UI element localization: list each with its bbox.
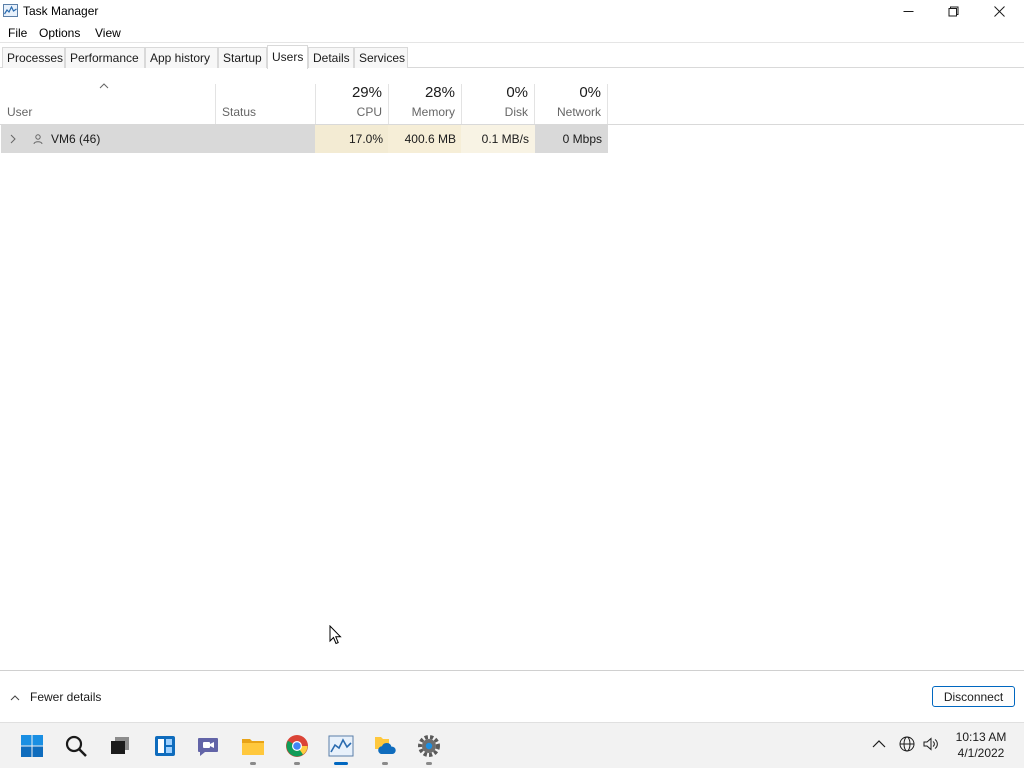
widgets-button[interactable] xyxy=(150,731,180,761)
column-header-user[interactable]: User xyxy=(0,84,216,124)
minimize-button[interactable] xyxy=(885,0,931,22)
clock-time: 10:13 AM xyxy=(955,730,1007,744)
user-icon xyxy=(33,134,43,145)
mouse-cursor-icon xyxy=(329,625,342,645)
settings-button[interactable] xyxy=(414,731,444,765)
menu-file[interactable]: File xyxy=(8,26,27,40)
column-header-memory[interactable]: 28% Memory xyxy=(388,84,462,124)
tab-users[interactable]: Users xyxy=(267,45,308,69)
start-button[interactable] xyxy=(17,731,47,761)
file-explorer-button[interactable] xyxy=(238,731,268,765)
chrome-icon xyxy=(286,735,308,757)
tab-startup[interactable]: Startup xyxy=(218,47,267,68)
disk-cell: 0.1 MB/s xyxy=(461,125,535,153)
tab-performance[interactable]: Performance xyxy=(65,47,145,68)
window-title: Task Manager xyxy=(23,4,99,18)
user-name-cell: VM6 (46) xyxy=(51,132,101,146)
tab-app-history[interactable]: App history xyxy=(145,47,218,68)
task-manager-taskbar-button[interactable] xyxy=(326,731,356,765)
minimize-icon xyxy=(903,10,913,12)
taskbar: 10:13 AM 4/1/2022 xyxy=(0,722,1024,768)
file-explorer-icon xyxy=(242,739,264,755)
running-indicator xyxy=(382,762,388,765)
column-label-cpu: CPU xyxy=(356,105,382,119)
task-manager-icon xyxy=(3,4,18,17)
memory-total-percent: 28% xyxy=(424,84,455,101)
footer: Fewer details Disconnect xyxy=(0,670,1024,722)
task-manager-icon xyxy=(328,735,354,757)
task-manager-window: Task Manager File Options View Processes… xyxy=(0,0,1024,722)
column-header-disk[interactable]: 0% Disk xyxy=(461,84,535,124)
column-label-user: User xyxy=(7,105,33,119)
clock-date: 4/1/2022 xyxy=(957,746,1005,760)
title-bar[interactable]: Task Manager xyxy=(0,0,1024,22)
running-indicator xyxy=(426,762,432,765)
close-icon xyxy=(993,5,1005,17)
widgets-icon xyxy=(155,736,175,756)
menu-view[interactable]: View xyxy=(95,26,121,40)
search-icon xyxy=(65,735,87,757)
tab-services[interactable]: Services xyxy=(354,47,408,68)
restore-button[interactable] xyxy=(930,0,976,22)
fewer-details-label: Fewer details xyxy=(30,690,102,704)
column-header-status[interactable]: Status xyxy=(215,84,316,124)
status-cell xyxy=(215,125,315,153)
fewer-details-button[interactable]: Fewer details xyxy=(10,689,101,705)
task-view-button[interactable] xyxy=(105,731,135,761)
tab-details[interactable]: Details xyxy=(308,47,354,68)
onedrive-folder-icon xyxy=(375,737,396,754)
chat-icon xyxy=(198,738,218,756)
chevron-up-icon xyxy=(10,694,20,700)
memory-cell: 400.6 MB xyxy=(388,125,462,153)
cpu-total-percent: 29% xyxy=(351,84,382,101)
network-cell: 0 Mbps xyxy=(562,132,602,146)
table-header: User Status 29% CPU 28% Memory 0% Disk 0… xyxy=(0,68,1024,125)
tab-processes[interactable]: Processes xyxy=(2,47,65,68)
speaker-icon xyxy=(923,737,938,751)
active-indicator xyxy=(334,762,348,765)
column-label-network: Network xyxy=(556,105,601,119)
column-header-network[interactable]: 0% Network xyxy=(534,84,608,124)
show-hidden-icons-button[interactable] xyxy=(870,735,888,753)
disconnect-button[interactable]: Disconnect xyxy=(932,686,1015,707)
chevron-right-icon[interactable] xyxy=(9,134,17,144)
task-view-icon xyxy=(111,737,129,754)
close-button[interactable] xyxy=(976,0,1022,22)
onedrive-folder-button[interactable] xyxy=(370,731,400,765)
column-header-cpu[interactable]: 29% CPU xyxy=(315,84,389,124)
clock[interactable]: 10:13 AM 4/1/2022 xyxy=(948,729,1014,761)
column-label-memory: Memory xyxy=(411,105,455,119)
column-label-status: Status xyxy=(222,105,257,119)
volume-tray-button[interactable] xyxy=(922,735,940,753)
table-row[interactable]: VM6 (46) 17.0% 400.6 MB 0.1 MB/s 0 Mbps xyxy=(1,125,608,153)
menu-bar: File Options View xyxy=(0,23,1024,43)
chevron-up-icon xyxy=(872,740,886,748)
column-label-disk: Disk xyxy=(504,105,528,119)
settings-icon xyxy=(418,735,440,757)
disk-total-percent: 0% xyxy=(506,84,528,101)
cpu-cell: 17.0% xyxy=(315,125,389,153)
globe-icon xyxy=(899,736,915,752)
search-button[interactable] xyxy=(61,731,91,761)
menu-options[interactable]: Options xyxy=(39,26,80,40)
start-icon xyxy=(21,735,43,757)
running-indicator xyxy=(250,762,256,765)
chrome-button[interactable] xyxy=(282,731,312,765)
network-tray-button[interactable] xyxy=(898,735,916,753)
network-total-percent: 0% xyxy=(579,84,601,101)
tab-strip: Processes Performance App history Startu… xyxy=(0,44,1024,69)
running-indicator xyxy=(294,762,300,765)
chat-button[interactable] xyxy=(193,731,223,761)
restore-icon xyxy=(948,6,958,16)
